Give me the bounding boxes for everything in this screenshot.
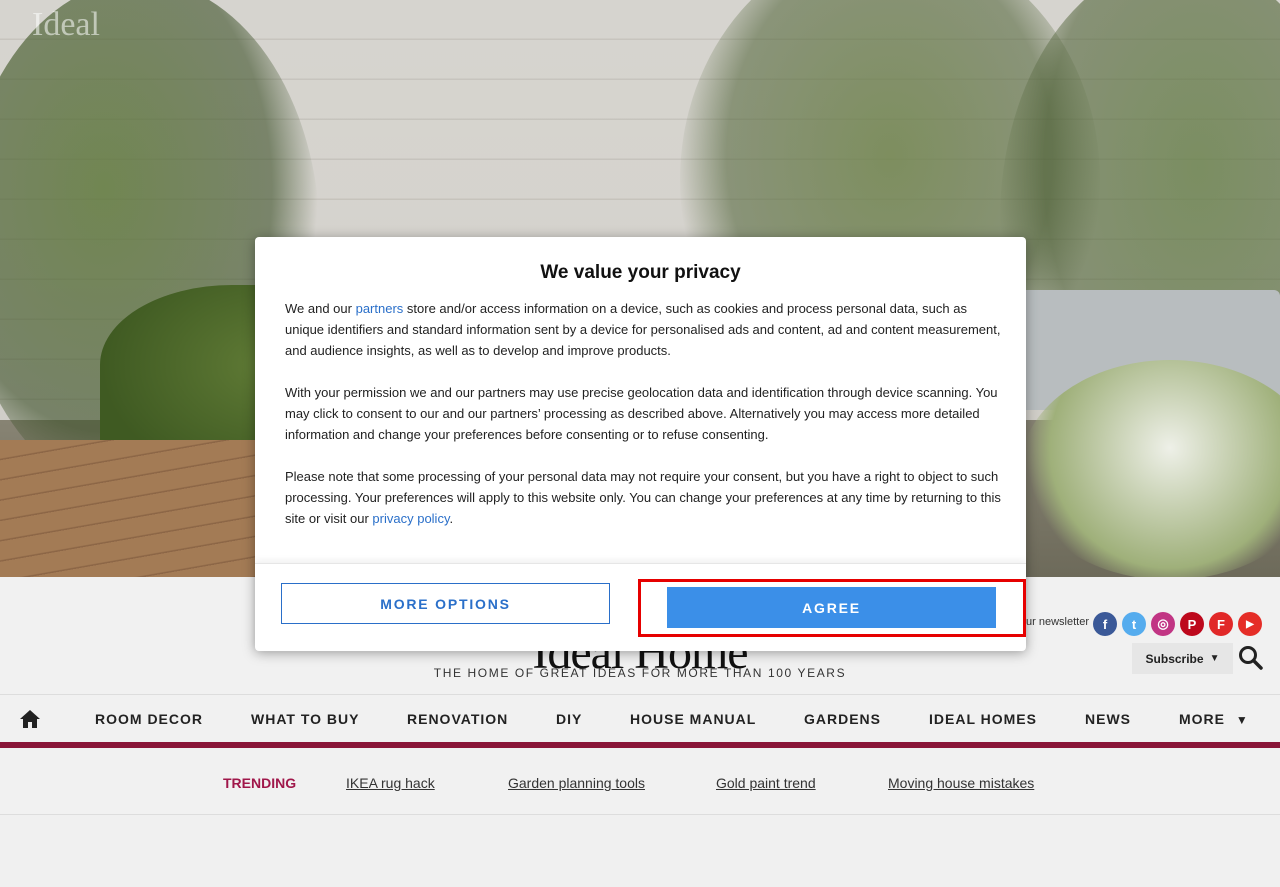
agree-button[interactable]: AGREE bbox=[667, 587, 996, 628]
search-icon[interactable] bbox=[1238, 645, 1264, 671]
twitter-icon[interactable]: t bbox=[1122, 612, 1146, 636]
site-tagline: THE HOME OF GREAT IDEAS FOR MORE THAN 10… bbox=[433, 666, 847, 680]
trending-bar: TRENDING IKEA rug hack Garden planning t… bbox=[0, 748, 1280, 815]
consent-footer: MORE OPTIONS AGREE bbox=[255, 563, 1026, 652]
pinterest-icon[interactable]: P bbox=[1180, 612, 1204, 636]
nav-item-house-manual[interactable]: HOUSE MANUAL bbox=[630, 695, 756, 743]
nav-item-more[interactable]: MORE ▼ bbox=[1179, 695, 1249, 743]
caret-down-icon: ▼ bbox=[1209, 653, 1220, 664]
nav-item-room-decor[interactable]: ROOM DECOR bbox=[95, 695, 203, 743]
instagram-icon[interactable]: ◎ bbox=[1151, 612, 1175, 636]
youtube-icon[interactable]: ▶ bbox=[1238, 612, 1262, 636]
trending-label: TRENDING bbox=[223, 775, 297, 791]
consent-paragraph-1: We and our partners store and/or access … bbox=[285, 298, 1001, 361]
trending-link[interactable]: Gold paint trend bbox=[716, 775, 816, 791]
nav-item-diy[interactable]: DIY bbox=[556, 695, 582, 743]
newsletter-link[interactable]: ur newsletter bbox=[1026, 616, 1089, 628]
consent-title: We value your privacy bbox=[540, 262, 741, 283]
consent-body: We and our partners store and/or access … bbox=[285, 298, 1001, 566]
social-links: f t ◎ P F ▶ bbox=[1093, 612, 1262, 636]
nav-item-what-to-buy[interactable]: WHAT TO BUY bbox=[251, 695, 359, 743]
home-icon[interactable] bbox=[19, 709, 41, 729]
nav-item-news[interactable]: NEWS bbox=[1085, 695, 1131, 743]
trending-link[interactable]: Garden planning tools bbox=[508, 775, 645, 791]
nav-item-ideal-homes[interactable]: IDEAL HOMES bbox=[929, 695, 1037, 743]
consent-text: We and our bbox=[285, 301, 356, 316]
more-options-button[interactable]: MORE OPTIONS bbox=[281, 583, 610, 624]
trending-link[interactable]: IKEA rug hack bbox=[346, 775, 435, 791]
privacy-policy-link[interactable]: privacy policy bbox=[372, 511, 449, 526]
partners-link[interactable]: partners bbox=[356, 301, 404, 316]
subscribe-label: Subscribe bbox=[1145, 651, 1204, 666]
facebook-icon[interactable]: f bbox=[1093, 612, 1117, 636]
subscribe-button[interactable]: Subscribe ▼ bbox=[1132, 643, 1233, 674]
nav-item-gardens[interactable]: GARDENS bbox=[804, 695, 881, 743]
nav-item-renovation[interactable]: RENOVATION bbox=[407, 695, 508, 743]
flipboard-icon[interactable]: F bbox=[1209, 612, 1233, 636]
trending-link[interactable]: Moving house mistakes bbox=[888, 775, 1034, 791]
nav-more-label: MORE bbox=[1179, 711, 1225, 727]
consent-dialog: We value your privacy We and our partner… bbox=[255, 237, 1026, 651]
hero-logo: Ideal bbox=[32, 6, 100, 43]
consent-paragraph-3: Please note that some processing of your… bbox=[285, 466, 1001, 529]
main-nav: ROOM DECOR WHAT TO BUY RENOVATION DIY HO… bbox=[0, 694, 1280, 743]
consent-text: . bbox=[449, 511, 454, 526]
caret-down-icon: ▼ bbox=[1235, 713, 1249, 727]
consent-paragraph-2: With your permission we and our partners… bbox=[285, 385, 998, 442]
